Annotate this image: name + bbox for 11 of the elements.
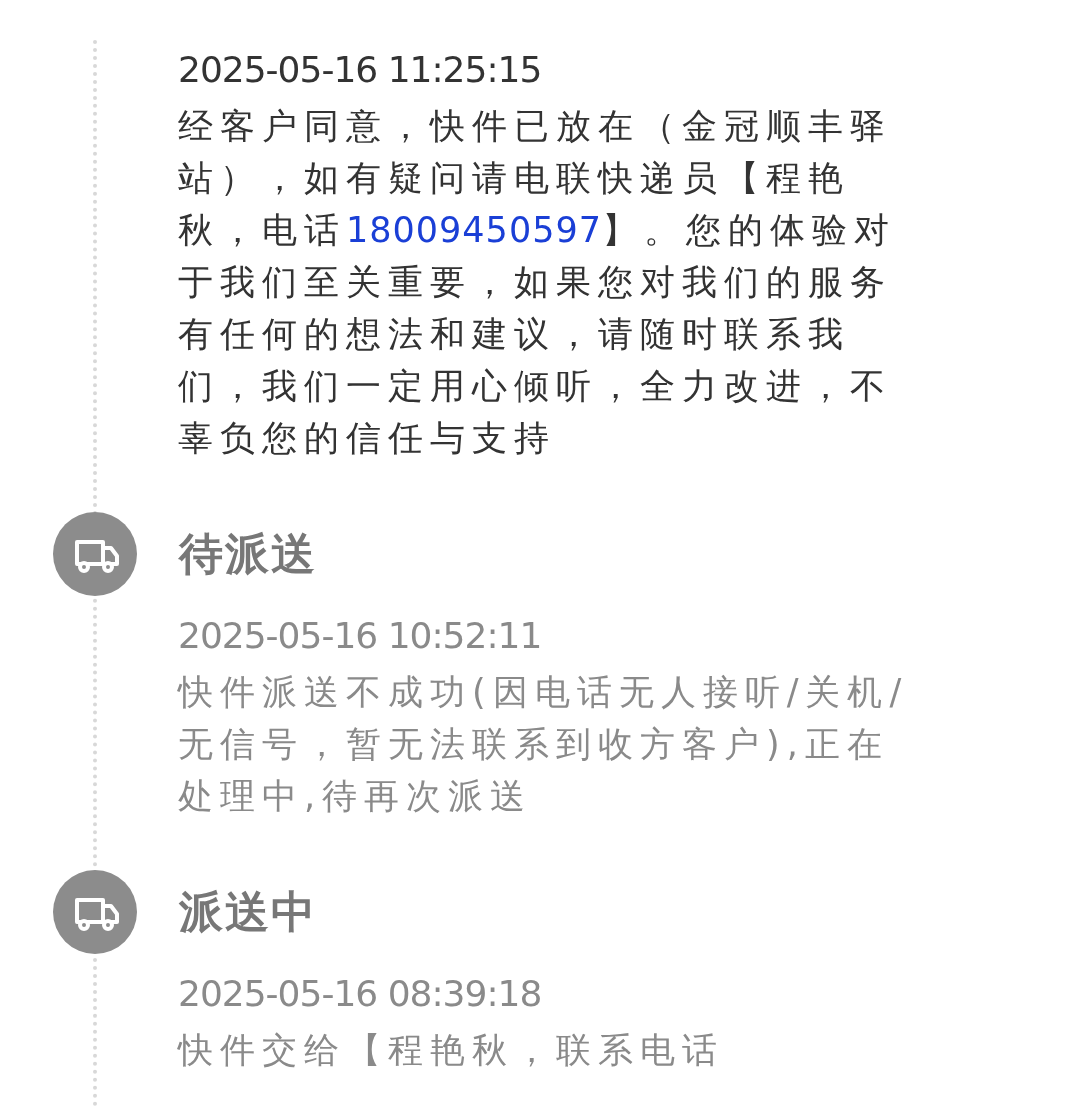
- truck-icon: [53, 870, 137, 954]
- event-time: 2025-05-16 10:52:11: [178, 614, 543, 658]
- status-title: 派送中: [179, 885, 317, 939]
- event-description: 快件派送不成功(因电话无人接听/关机/无信号，暂无法联系到收方客户),正在处理中,待再次派送: [178, 671, 910, 818]
- status-title: 待派送: [179, 527, 317, 581]
- truck-icon: [53, 512, 137, 596]
- phone-link[interactable]: 18009450597: [346, 210, 602, 250]
- event-description: 经客户同意，快件已放在（金冠顺丰驿站），如有疑问请电联快递员【程艳秋，电话 18009450597】。您的体验对于我们至关重要，如果您对我们的服务有任何的想法和建议，请随时联系我们，我们一定用心倾听，全力改进，不辜负您的信任与支持: [178, 105, 897, 460]
- event-time: 2025-05-16 11:25:15: [178, 48, 543, 92]
- event-description: 快件交给【程艳秋，联系电话: [178, 1029, 725, 1072]
- event-time: 2025-05-16 08:39:18: [178, 972, 543, 1016]
